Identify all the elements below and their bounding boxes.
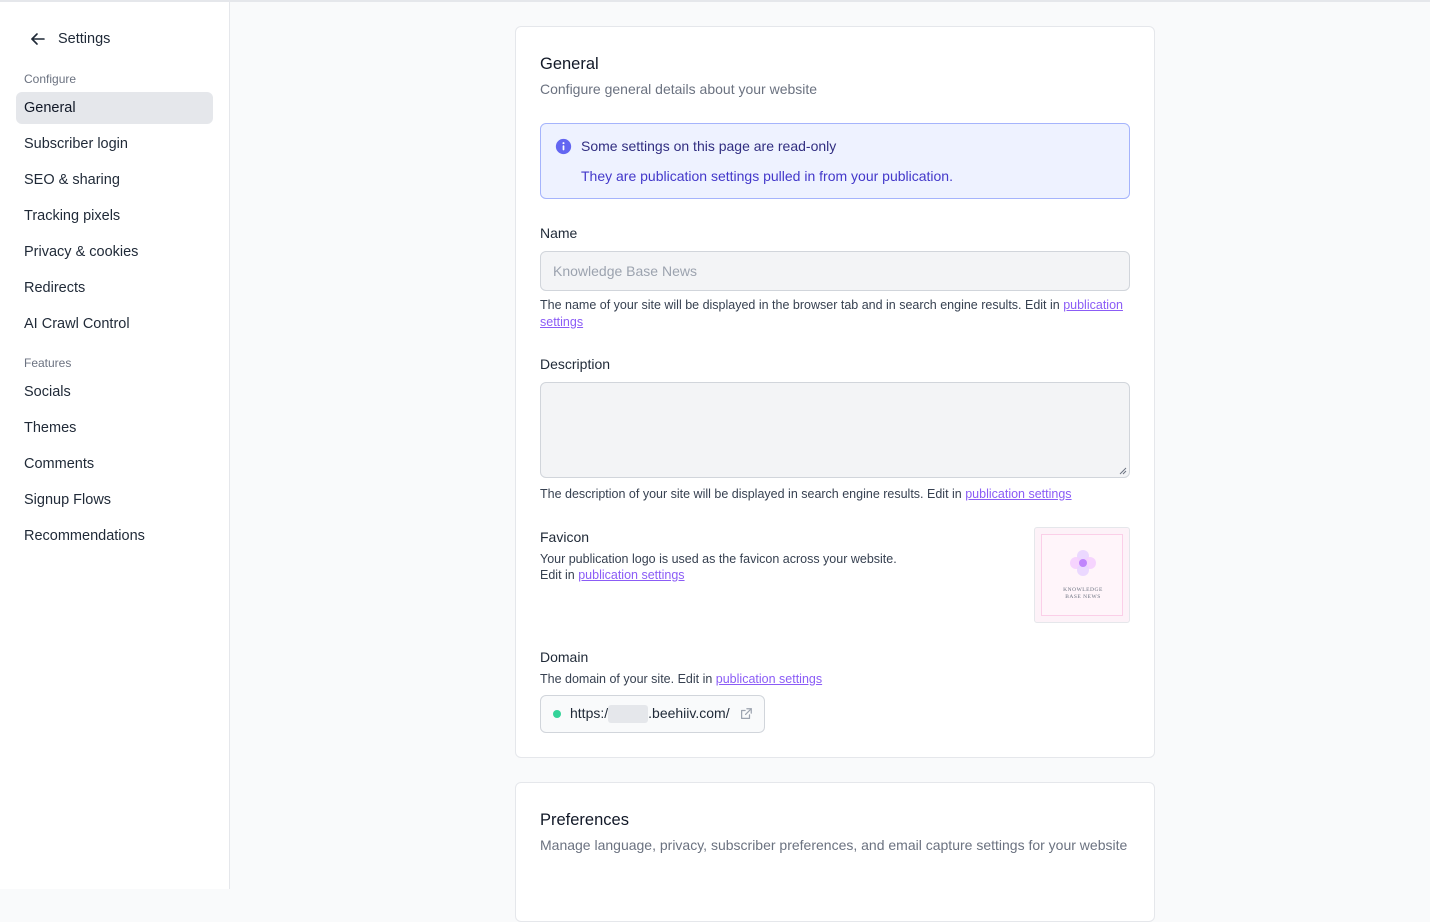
domain-help-text: The domain of your site. Edit in bbox=[540, 672, 716, 686]
sidebar-item-ai-crawl-control[interactable]: AI Crawl Control bbox=[16, 308, 213, 340]
general-subtitle: Configure general details about your web… bbox=[540, 81, 818, 97]
sidebar-item-seo-sharing[interactable]: SEO & sharing bbox=[16, 164, 213, 196]
external-link-icon[interactable] bbox=[739, 707, 753, 721]
preferences-card: Preferences Manage language, privacy, su… bbox=[515, 782, 1155, 922]
general-title: General bbox=[540, 55, 599, 73]
arrow-left-icon bbox=[31, 33, 45, 45]
sidebar-item-socials[interactable]: Socials bbox=[16, 376, 213, 408]
favicon-help-line1: Your publication logo is used as the fav… bbox=[540, 552, 897, 566]
sidebar-item-themes[interactable]: Themes bbox=[16, 412, 213, 444]
favicon-label: Favicon bbox=[540, 529, 590, 545]
description-help-text: The description of your site will be dis… bbox=[540, 487, 966, 501]
domain-url-pill[interactable]: https:/ .beehiiv.com/ bbox=[540, 695, 765, 733]
alert-body: They are publication settings pulled in … bbox=[581, 168, 953, 184]
info-icon bbox=[555, 138, 572, 155]
domain-url-prefix: https:/ bbox=[570, 704, 609, 721]
favicon-help-line2: Edit in publication settings bbox=[540, 567, 685, 584]
favicon-logo-text-1: KNOWLEDGE bbox=[1063, 587, 1103, 593]
favicon-publication-settings-link[interactable]: publication settings bbox=[578, 568, 684, 582]
favicon-help-text: Edit in bbox=[540, 568, 579, 582]
sidebar-item-redirects[interactable]: Redirects bbox=[16, 272, 213, 304]
settings-main: General Configure general details about … bbox=[231, 2, 1430, 922]
read-only-alert: Some settings on this page are read-only… bbox=[540, 123, 1130, 199]
domain-help: The domain of your site. Edit in publica… bbox=[540, 671, 822, 688]
sidebar-item-privacy-cookies[interactable]: Privacy & cookies bbox=[16, 236, 213, 268]
features-section-label: Features bbox=[24, 356, 72, 370]
sidebar-item-subscriber-login[interactable]: Subscriber login bbox=[16, 128, 213, 160]
name-label: Name bbox=[540, 225, 578, 241]
resize-grip-icon[interactable] bbox=[1119, 467, 1127, 475]
sidebar-item-general[interactable]: General bbox=[16, 92, 213, 124]
configure-section-label: Configure bbox=[24, 72, 77, 86]
redacted-subdomain bbox=[608, 705, 649, 724]
domain-url-suffix: .beehiiv.com/ bbox=[648, 704, 730, 721]
description-textarea[interactable] bbox=[540, 382, 1130, 478]
alert-title: Some settings on this page are read-only bbox=[581, 138, 837, 154]
domain-status-dot bbox=[553, 710, 561, 718]
name-help: The name of your site will be displayed … bbox=[540, 297, 1130, 331]
description-label: Description bbox=[540, 356, 611, 372]
preferences-title: Preferences bbox=[540, 811, 629, 829]
sidebar-item-tracking-pixels[interactable]: Tracking pixels bbox=[16, 200, 213, 232]
settings-sidebar: Settings Configure General Subscriber lo… bbox=[0, 2, 230, 889]
name-input[interactable]: Knowledge Base News bbox=[540, 251, 1130, 291]
domain-url: https:/ .beehiiv.com/ bbox=[570, 704, 730, 724]
back-to-settings-button[interactable]: Settings bbox=[28, 28, 110, 50]
sidebar-item-signup-flows[interactable]: Signup Flows bbox=[16, 484, 213, 516]
preferences-subtitle: Manage language, privacy, subscriber pre… bbox=[540, 837, 1128, 853]
domain-label: Domain bbox=[540, 649, 589, 665]
domain-publication-settings-link[interactable]: publication settings bbox=[716, 672, 822, 686]
name-help-text: The name of your site will be displayed … bbox=[540, 298, 1064, 312]
description-help: The description of your site will be dis… bbox=[540, 486, 1072, 503]
general-card: General Configure general details about … bbox=[515, 26, 1155, 758]
favicon-preview: KNOWLEDGE BASE NEWS bbox=[1034, 527, 1130, 623]
description-publication-settings-link[interactable]: publication settings bbox=[965, 487, 1071, 501]
favicon-logo-text-2: BASE NEWS bbox=[1065, 594, 1101, 600]
sidebar-item-comments[interactable]: Comments bbox=[16, 448, 213, 480]
flower-logo-icon bbox=[1070, 550, 1096, 576]
sidebar-title: Settings bbox=[58, 31, 111, 47]
favicon-logo: KNOWLEDGE BASE NEWS bbox=[1041, 534, 1123, 616]
sidebar-item-recommendations[interactable]: Recommendations bbox=[16, 520, 213, 552]
